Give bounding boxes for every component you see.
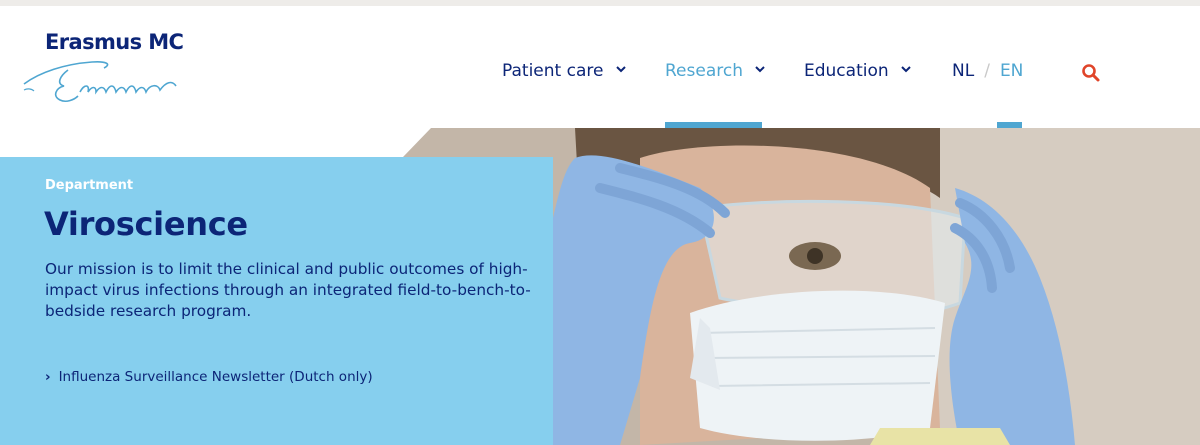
nav-education-label: Education xyxy=(804,61,889,81)
language-nl-link[interactable]: NL xyxy=(952,61,974,81)
search-icon[interactable] xyxy=(1081,63,1101,83)
nav-patient-care-label: Patient care xyxy=(502,61,604,81)
nav-research-label: Research xyxy=(665,61,743,81)
language-separator: / xyxy=(984,61,990,81)
language-switcher: NL / EN xyxy=(952,61,1023,81)
main-navigation: Patient care Research Education NL / EN xyxy=(0,6,1200,128)
department-intro-panel: Department Viroscience Our mission is to… xyxy=(0,157,553,445)
nav-education[interactable]: Education xyxy=(804,61,912,83)
language-en-link[interactable]: EN xyxy=(1000,61,1023,81)
chevron-right-icon: › xyxy=(45,369,51,385)
mission-statement: Our mission is to limit the clinical and… xyxy=(45,260,531,320)
chevron-down-icon xyxy=(755,66,766,73)
department-eyebrow: Department xyxy=(45,178,134,193)
nav-research[interactable]: Research xyxy=(665,61,766,83)
hero-banner: Department Viroscience Our mission is to… xyxy=(0,128,1200,445)
influenza-newsletter-link[interactable]: › Influenza Surveillance Newsletter (Dutc… xyxy=(45,369,373,385)
nav-patient-care[interactable]: Patient care xyxy=(502,61,627,83)
site-header: Erasmus MC Patient care Research Educati… xyxy=(0,6,1200,128)
chevron-down-icon xyxy=(901,66,911,73)
chevron-down-icon xyxy=(616,66,626,73)
influenza-newsletter-label: Influenza Surveillance Newsletter (Dutch… xyxy=(58,369,373,385)
page-title: Viroscience xyxy=(44,205,248,243)
